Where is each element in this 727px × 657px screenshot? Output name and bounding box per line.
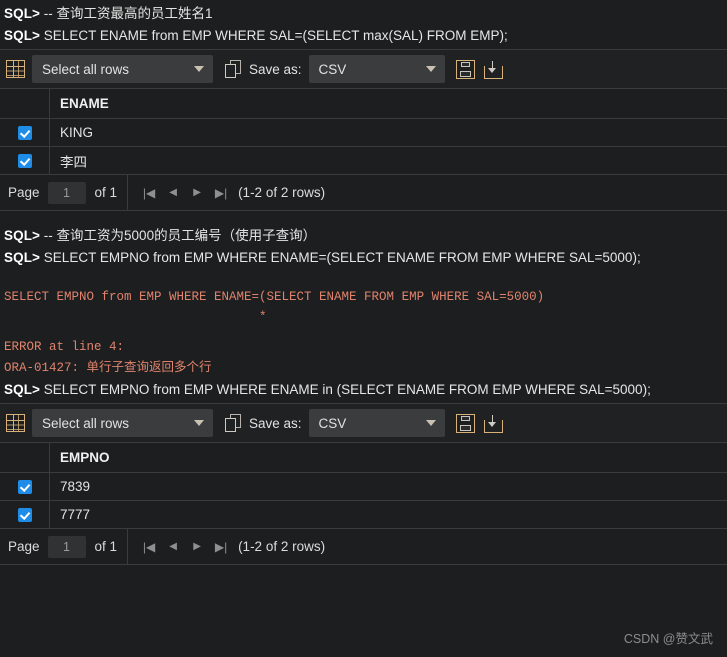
cell-ename: 李四 [49, 146, 727, 174]
row-count-label: (1-2 of 2 rows) [238, 539, 326, 554]
sql-prompt: SQL> [4, 28, 41, 43]
page-label: Page [8, 539, 40, 554]
result-panel-bottom: Select all rows Save as: CSV EMPNO 7839 … [0, 403, 727, 565]
sql-prompt: SQL> [4, 228, 41, 243]
cell-empno: 7777 [49, 500, 727, 528]
cell-empno: 7839 [49, 472, 727, 501]
floppy-disk-icon[interactable] [455, 413, 475, 433]
sql-log-line: SQL> SELECT ENAME from EMP WHERE SAL=(SE… [0, 25, 727, 47]
select-all-header-cell[interactable] [0, 88, 50, 119]
table-row[interactable]: 7777 [0, 500, 727, 528]
column-header-ename[interactable]: ENAME [49, 88, 727, 119]
download-icon[interactable] [483, 414, 503, 433]
row-count-label: (1-2 of 2 rows) [238, 185, 326, 200]
sql-comment-text: -- 查询工资为5000的员工编号（使用子查询） [40, 228, 317, 243]
table-header-row: ENAME [0, 88, 727, 119]
sql-statement-text: SELECT ENAME from EMP WHERE SAL=(SELECT … [40, 28, 508, 43]
sql-prompt: SQL> [4, 382, 41, 397]
save-format-value: CSV [318, 61, 347, 77]
save-format-dropdown[interactable]: CSV [308, 55, 445, 83]
save-format-value: CSV [318, 415, 347, 431]
prev-page-icon[interactable]: ◀ [161, 540, 185, 554]
sql-log-line: SQL> SELECT EMPNO from EMP WHERE ENAME i… [0, 379, 727, 401]
sql-log-line: SQL> -- 查询工资为5000的员工编号（使用子查询） [0, 225, 727, 247]
row-checkbox[interactable] [17, 480, 32, 495]
row-select-cell[interactable] [0, 146, 50, 174]
results-table-bottom: EMPNO 7839 7777 [0, 442, 727, 528]
sql-comment-text: -- 查询工资最高的员工姓名1 [40, 6, 213, 21]
page-total-label: of 1 [94, 185, 118, 200]
column-header-empno[interactable]: EMPNO [49, 442, 727, 473]
select-all-header-cell[interactable] [0, 442, 50, 473]
save-as-label: Save as: [249, 61, 302, 77]
first-page-icon[interactable]: |◀ [137, 186, 161, 200]
error-echo-statement: SELECT EMPNO from EMP WHERE ENAME=(SELEC… [4, 290, 545, 304]
row-select-cell[interactable] [0, 118, 50, 147]
grid-icon[interactable] [6, 414, 25, 432]
select-rows-dropdown[interactable]: Select all rows [32, 55, 213, 83]
sql-log-line: SQL> -- 查询工资最高的员工姓名1 [0, 3, 727, 25]
table-row[interactable]: 7839 [0, 472, 727, 501]
console-output-middle: SQL> -- 查询工资为5000的员工编号（使用子查询） SQL> SELEC… [0, 211, 727, 403]
save-format-dropdown[interactable]: CSV [308, 409, 445, 437]
divider [127, 529, 129, 564]
cell-ename: KING [49, 118, 727, 147]
save-as-label: Save as: [249, 415, 302, 431]
page-total-label: of 1 [94, 539, 118, 554]
select-rows-value: Select all rows [42, 61, 130, 77]
select-rows-dropdown[interactable]: Select all rows [32, 409, 213, 437]
chevron-down-icon [425, 66, 436, 72]
next-page-icon[interactable]: ▶ [185, 540, 209, 554]
sql-prompt: SQL> [4, 6, 41, 21]
chevron-down-icon [194, 420, 204, 426]
row-checkbox[interactable] [17, 126, 32, 141]
watermark: CSDN @赞文武 [623, 632, 713, 646]
chevron-down-icon [194, 66, 204, 72]
sql-prompt: SQL> [4, 250, 41, 265]
empty-area [0, 565, 727, 635]
table-header-row: EMPNO [0, 442, 727, 473]
error-message: ORA-01427: 单行子查询返回多个行 [4, 361, 212, 375]
console-output-top: SQL> -- 查询工资最高的员工姓名1 SQL> SELECT ENAME f… [0, 0, 727, 49]
page-label: Page [8, 185, 40, 200]
sql-statement-text: SELECT EMPNO from EMP WHERE ENAME=(SELEC… [40, 250, 641, 265]
copy-pages-icon[interactable] [225, 59, 242, 79]
table-row[interactable]: KING [0, 118, 727, 147]
result-panel-top: Select all rows Save as: CSV ENAME KING … [0, 49, 727, 211]
last-page-icon[interactable]: ▶| [209, 186, 233, 200]
copy-pages-icon[interactable] [225, 413, 242, 433]
row-checkbox[interactable] [17, 154, 32, 169]
last-page-icon[interactable]: ▶| [209, 540, 233, 554]
row-select-cell[interactable] [0, 500, 50, 528]
sql-log-line: SQL> SELECT EMPNO from EMP WHERE ENAME=(… [0, 247, 727, 269]
result-toolbar-bottom: Select all rows Save as: CSV [0, 404, 727, 442]
row-checkbox[interactable] [17, 508, 32, 523]
floppy-disk-icon[interactable] [455, 59, 475, 79]
error-position-marker: * [4, 310, 267, 324]
error-line-label: ERROR at line 4: [4, 340, 125, 354]
next-page-icon[interactable]: ▶ [185, 186, 209, 200]
page-number-input[interactable] [47, 535, 86, 558]
row-select-cell[interactable] [0, 472, 50, 501]
prev-page-icon[interactable]: ◀ [161, 186, 185, 200]
page-number-input[interactable] [47, 181, 86, 204]
chevron-down-icon [425, 420, 436, 426]
results-table-top: ENAME KING 李四 [0, 88, 727, 174]
pagination-bar-top: Page of 1 |◀ ◀ ▶ ▶| (1-2 of 2 rows) [0, 174, 727, 210]
first-page-icon[interactable]: |◀ [137, 540, 161, 554]
divider [127, 175, 129, 210]
sql-statement-text: SELECT EMPNO from EMP WHERE ENAME in (SE… [40, 382, 651, 397]
grid-icon[interactable] [6, 60, 25, 78]
table-row[interactable]: 李四 [0, 146, 727, 174]
select-rows-value: Select all rows [42, 415, 130, 431]
download-icon[interactable] [483, 60, 503, 79]
result-toolbar-top: Select all rows Save as: CSV [0, 50, 727, 88]
pagination-bar-bottom: Page of 1 |◀ ◀ ▶ ▶| (1-2 of 2 rows) [0, 528, 727, 564]
